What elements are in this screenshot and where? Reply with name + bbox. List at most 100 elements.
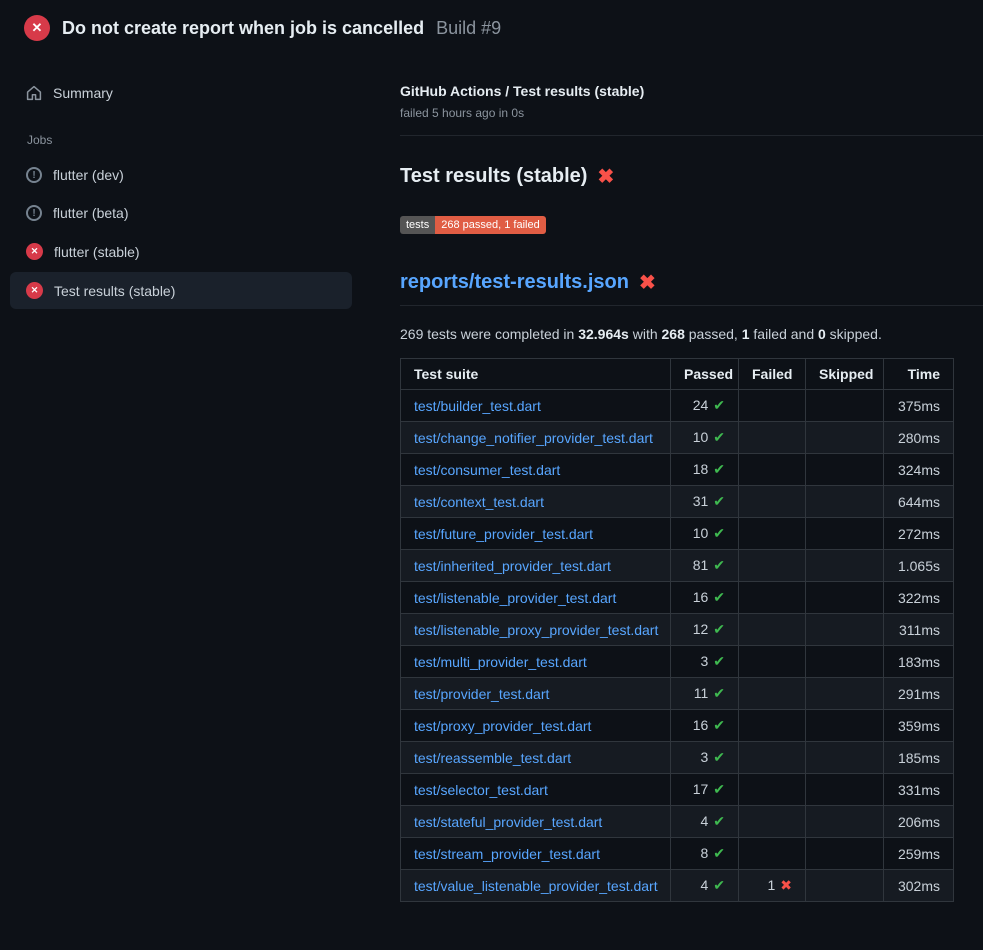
suite-link[interactable]: test/builder_test.dart [414, 398, 541, 414]
time-cell: 183ms [884, 646, 954, 678]
sidebar-item-summary[interactable]: Summary [10, 75, 352, 111]
check-icon: ✔ [713, 813, 725, 829]
table-row: test/listenable_proxy_provider_test.dart… [401, 614, 954, 646]
passed-cell: 10✔ [671, 422, 739, 454]
suite-link[interactable]: test/stream_provider_test.dart [414, 846, 600, 862]
suite-cell: test/selector_test.dart [401, 774, 671, 806]
suite-link[interactable]: test/future_provider_test.dart [414, 526, 593, 542]
cancelled-icon: ! [26, 167, 42, 183]
passed-cell: 16✔ [671, 582, 739, 614]
sidebar-item-label: flutter (dev) [53, 167, 124, 183]
failed-count: 1 [767, 877, 775, 893]
time-cell: 322ms [884, 582, 954, 614]
run-title: Do not create report when job is cancell… [62, 18, 424, 39]
col-header-test-suite: Test suite [401, 359, 671, 390]
summary-failed: 1 [742, 326, 750, 342]
failed-cell: ✖ [739, 838, 806, 870]
suite-link[interactable]: test/listenable_provider_test.dart [414, 590, 616, 606]
time-cell: 280ms [884, 422, 954, 454]
suite-link[interactable]: test/multi_provider_test.dart [414, 654, 587, 670]
table-row: test/multi_provider_test.dart 3✔ ✖ 183ms [401, 646, 954, 678]
time-cell: 324ms [884, 454, 954, 486]
sidebar-item-test-results-stable[interactable]: ✕ Test results (stable) [10, 272, 352, 309]
suite-link[interactable]: test/selector_test.dart [414, 782, 548, 798]
summary-text: with [629, 326, 662, 342]
failed-cell: ✖ [739, 518, 806, 550]
suite-link[interactable]: test/change_notifier_provider_test.dart [414, 430, 653, 446]
passed-count: 17 [693, 781, 709, 797]
passed-count: 3 [700, 749, 708, 765]
suite-cell: test/future_provider_test.dart [401, 518, 671, 550]
suite-cell: test/change_notifier_provider_test.dart [401, 422, 671, 454]
suite-cell: test/reassemble_test.dart [401, 742, 671, 774]
skipped-cell [806, 870, 884, 902]
suite-cell: test/listenable_provider_test.dart [401, 582, 671, 614]
failed-cell: ✖ [739, 582, 806, 614]
suite-link[interactable]: test/listenable_proxy_provider_test.dart [414, 622, 658, 638]
sidebar-item-flutter-dev[interactable]: ! flutter (dev) [10, 157, 352, 193]
failed-x-icon: ✖ [639, 270, 656, 295]
check-icon: ✔ [713, 429, 725, 445]
report-link[interactable]: reports/test-results.json [400, 271, 629, 294]
sidebar-item-flutter-stable[interactable]: ✕ flutter (stable) [10, 233, 352, 270]
table-row: test/stream_provider_test.dart 8✔ ✖ 259m… [401, 838, 954, 870]
summary-text: passed, [685, 326, 742, 342]
sidebar-item-flutter-beta[interactable]: ! flutter (beta) [10, 195, 352, 231]
passed-count: 18 [693, 461, 709, 477]
suite-link[interactable]: test/reassemble_test.dart [414, 750, 571, 766]
col-header-passed: Passed [671, 359, 739, 390]
time-cell: 359ms [884, 710, 954, 742]
passed-cell: 17✔ [671, 774, 739, 806]
suite-link[interactable]: test/consumer_test.dart [414, 462, 560, 478]
passed-count: 24 [693, 397, 709, 413]
suite-link[interactable]: test/proxy_provider_test.dart [414, 718, 591, 734]
failed-cell: ✖ [739, 806, 806, 838]
failed-cell: ✖ [739, 486, 806, 518]
passed-count: 16 [693, 717, 709, 733]
table-row: test/context_test.dart 31✔ ✖ 644ms [401, 486, 954, 518]
check-icon: ✔ [713, 397, 725, 413]
failed-cell: ✖ [739, 742, 806, 774]
failed-cell: ✖ [739, 550, 806, 582]
suite-link[interactable]: test/inherited_provider_test.dart [414, 558, 611, 574]
run-status-text: failed 5 hours ago in 0s [400, 106, 983, 120]
table-row: test/selector_test.dart 17✔ ✖ 331ms [401, 774, 954, 806]
suite-link[interactable]: test/value_listenable_provider_test.dart [414, 878, 658, 894]
summary-duration: 32.964s [578, 326, 629, 342]
suite-cell: test/consumer_test.dart [401, 454, 671, 486]
table-header-row: Test suite Passed Failed Skipped Time [401, 359, 954, 390]
suite-link[interactable]: test/provider_test.dart [414, 686, 549, 702]
test-results-table: Test suite Passed Failed Skipped Time te… [400, 358, 954, 902]
skipped-cell [806, 422, 884, 454]
failed-cell: ✖ [739, 710, 806, 742]
check-icon: ✔ [713, 525, 725, 541]
time-cell: 302ms [884, 870, 954, 902]
skipped-cell [806, 390, 884, 422]
check-icon: ✔ [713, 877, 725, 893]
check-icon: ✔ [713, 653, 725, 669]
suite-link[interactable]: test/stateful_provider_test.dart [414, 814, 602, 830]
passed-cell: 18✔ [671, 454, 739, 486]
table-row: test/listenable_provider_test.dart 16✔ ✖… [401, 582, 954, 614]
home-icon [26, 85, 42, 101]
suite-link[interactable]: test/context_test.dart [414, 494, 544, 510]
sidebar-item-label: flutter (beta) [53, 205, 128, 221]
check-icon: ✔ [713, 749, 725, 765]
run-header: ✕ Do not create report when job is cance… [0, 0, 983, 53]
summary-text: 269 tests were completed in [400, 326, 578, 342]
col-header-skipped: Skipped [806, 359, 884, 390]
passed-count: 4 [700, 877, 708, 893]
skipped-cell [806, 710, 884, 742]
failed-cell: ✖ [739, 454, 806, 486]
sidebar: Summary Jobs ! flutter (dev) ! flutter (… [0, 53, 362, 311]
table-row: test/provider_test.dart 11✔ ✖ 291ms [401, 678, 954, 710]
skipped-cell [806, 838, 884, 870]
check-icon: ✔ [713, 685, 725, 701]
check-icon: ✔ [713, 621, 725, 637]
report-title: reports/test-results.json ✖ [400, 270, 983, 306]
passed-cell: 16✔ [671, 710, 739, 742]
table-row: test/stateful_provider_test.dart 4✔ ✖ 20… [401, 806, 954, 838]
skipped-cell [806, 518, 884, 550]
passed-count: 3 [700, 653, 708, 669]
passed-count: 10 [693, 525, 709, 541]
